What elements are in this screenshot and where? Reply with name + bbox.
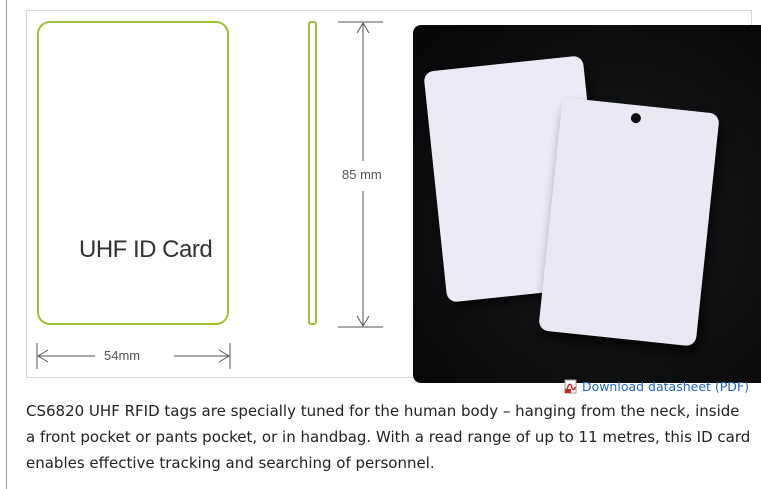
height-dimension-label: 85 mm — [342, 167, 382, 182]
product-description: CS6820 UHF RFID tags are specially tuned… — [26, 402, 751, 472]
left-border-rule — [6, 0, 7, 489]
photo-card-front — [538, 97, 720, 347]
download-datasheet-link[interactable]: Download datasheet (PDF) — [582, 379, 749, 394]
download-datasheet[interactable]: Download datasheet (PDF) — [564, 377, 749, 395]
card-front-outline — [37, 21, 229, 325]
lanyard-hole — [630, 112, 642, 124]
id-card-photo — [413, 25, 761, 383]
card-edge-outline — [308, 21, 317, 325]
pdf-icon — [564, 379, 577, 393]
width-dimension-label: 54mm — [104, 348, 141, 363]
product-figure: UHF ID Card 54mm 85 mm — [26, 10, 761, 383]
card-label: UHF ID Card — [79, 236, 213, 263]
